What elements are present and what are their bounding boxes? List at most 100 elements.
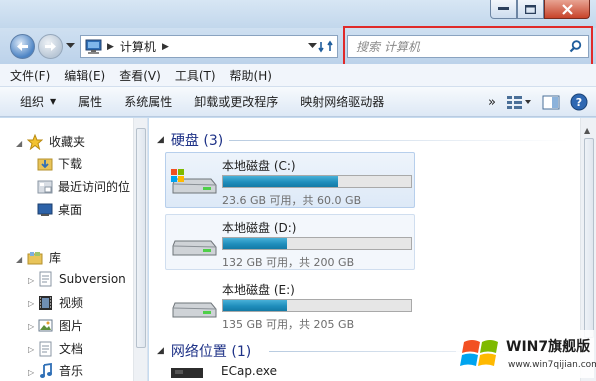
drive-name: 本地磁盘 (E:): [222, 283, 295, 297]
sidebar-item-music[interactable]: 音乐: [38, 362, 83, 379]
windows-logo-icon: [460, 340, 498, 366]
preview-pane-icon[interactable]: [542, 95, 560, 110]
back-arrow-icon: [17, 42, 28, 51]
expand-icon[interactable]: ▷: [28, 299, 34, 308]
breadcrumb-computer[interactable]: 计算机: [120, 38, 156, 55]
collapse-group-icon[interactable]: ◢: [157, 135, 164, 145]
disk-usage-fill: [223, 300, 287, 311]
sidebar-item-label: 收藏夹: [49, 135, 86, 149]
system-properties-button[interactable]: 系统属性: [124, 93, 172, 110]
sidebar-item-label: 桌面: [58, 203, 83, 217]
forward-button[interactable]: [38, 34, 63, 59]
downloads-folder-icon: [37, 158, 53, 170]
uninstall-button[interactable]: 卸载或更改程序: [194, 93, 278, 110]
breadcrumb-arrow-icon[interactable]: ▶: [162, 42, 169, 52]
star-icon: [27, 133, 43, 150]
maximize-button[interactable]: [517, 0, 544, 19]
map-network-drive-label: 映射网络驱动器: [300, 95, 385, 109]
view-controls: » ?: [478, 93, 588, 111]
drive-name: 本地磁盘 (D:): [222, 221, 297, 235]
svg-text:?: ?: [576, 96, 582, 109]
change-view-icon[interactable]: [506, 95, 532, 109]
system-drive-icon: [171, 169, 217, 194]
search-icon[interactable]: [569, 40, 582, 53]
sidebar-item-label: 图片: [59, 319, 84, 333]
menu-view[interactable]: 查看(V): [119, 67, 161, 84]
disk-usage-bar: [222, 299, 412, 312]
group-title: 硬盘 (3): [170, 133, 224, 149]
sidebar-item-label: 库: [49, 251, 62, 265]
libraries-icon: [27, 251, 43, 264]
forward-arrow-icon: [45, 42, 56, 51]
organize-button[interactable]: 组织 ▼: [20, 93, 56, 110]
content-scroll-thumb[interactable]: [584, 138, 594, 338]
title-bar: [0, 0, 596, 28]
minimize-button[interactable]: [490, 0, 517, 19]
watermark: WIN7旗舰版 www.win7qijian.com: [456, 330, 596, 378]
picture-library-icon: [38, 319, 53, 332]
recent-pages-dropdown-icon[interactable]: [66, 43, 75, 49]
chevron-down-icon: ▼: [50, 97, 57, 106]
sidebar-item-label: 音乐: [59, 364, 84, 378]
address-bar[interactable]: ▶ 计算机 ▶: [80, 35, 338, 58]
computer-icon: [85, 39, 102, 54]
close-button[interactable]: [544, 0, 590, 19]
maximize-icon: [525, 4, 536, 14]
sidebar-item-videos[interactable]: 视频: [38, 294, 83, 311]
sidebar-item-label: Subversion: [59, 272, 126, 286]
sidebar-item-label: 下载: [58, 157, 83, 171]
sidebar-item-downloads[interactable]: 下载: [37, 155, 82, 172]
collapse-libraries-icon[interactable]: ◢: [16, 255, 22, 264]
window-controls: [490, 0, 590, 19]
properties-button[interactable]: 属性: [78, 93, 102, 110]
sidebar-scroll-thumb[interactable]: [136, 128, 146, 348]
watermark-url: www.win7qijian.com: [508, 360, 596, 370]
menu-edit[interactable]: 编辑(E): [64, 67, 105, 84]
drive-item-d[interactable]: 本地磁盘 (D:) 132 GB 可用，共 200 GB: [165, 214, 415, 270]
network-locations-group-header[interactable]: ◢ 网络位置 (1): [157, 341, 251, 361]
drive-space-info: 135 GB 可用，共 205 GB: [222, 318, 355, 331]
search-box: [347, 35, 589, 58]
disk-usage-fill: [223, 238, 287, 249]
search-input[interactable]: [348, 36, 558, 57]
expand-icon[interactable]: ▷: [28, 276, 34, 285]
sidebar-item-pictures[interactable]: 图片: [38, 317, 83, 334]
refresh-icon[interactable]: [317, 38, 335, 55]
sidebar-item-label: 视频: [59, 296, 84, 310]
menu-tools[interactable]: 工具(T): [175, 67, 216, 84]
network-location-icon: [171, 368, 203, 378]
network-item[interactable]: ECap.exe: [169, 364, 277, 378]
back-button[interactable]: [10, 34, 35, 59]
sidebar-item-desktop[interactable]: 桌面: [37, 201, 82, 218]
expand-icon[interactable]: ▷: [28, 368, 34, 377]
drive-item-c[interactable]: 本地磁盘 (C:) 23.6 GB 可用，共 60.0 GB: [165, 152, 415, 208]
collapse-group-icon[interactable]: ◢: [157, 346, 164, 356]
hard-disks-group-header[interactable]: ◢ 硬盘 (3): [157, 130, 223, 150]
breadcrumb-separator-icon[interactable]: ▶: [107, 42, 114, 52]
collapse-favorites-icon[interactable]: ◢: [16, 139, 22, 148]
sidebar-item-label: 最近访问的位: [58, 180, 131, 194]
menu-file[interactable]: 文件(F): [10, 67, 50, 84]
sidebar-item-documents[interactable]: 文档: [38, 340, 83, 357]
sidebar-item-label: 文档: [59, 342, 84, 356]
address-dropdown-icon[interactable]: [308, 43, 317, 49]
expand-icon[interactable]: ▷: [28, 322, 34, 331]
expand-icon[interactable]: ▷: [28, 345, 34, 354]
sidebar-scrollbar[interactable]: [133, 118, 147, 381]
sidebar-item-recent[interactable]: 最近访问的位: [37, 178, 130, 195]
map-network-drive-button[interactable]: 映射网络驱动器: [300, 93, 384, 110]
watermark-title: WIN7旗舰版: [506, 339, 591, 355]
minimize-icon: [498, 7, 509, 10]
sidebar-item-libraries[interactable]: 库: [27, 249, 61, 266]
help-icon[interactable]: ?: [570, 93, 588, 111]
group-divider: [229, 140, 569, 141]
sidebar-item-subversion[interactable]: Subversion: [38, 271, 126, 287]
menu-help[interactable]: 帮助(H): [230, 67, 272, 84]
document-library-icon: [39, 271, 52, 287]
more-commands-button[interactable]: »: [488, 95, 496, 110]
hard-drive-icon: [172, 240, 217, 256]
hard-drive-icon: [172, 302, 217, 318]
sidebar-item-favorites[interactable]: 收藏夹: [27, 133, 85, 150]
drive-item-e[interactable]: 本地磁盘 (E:) 135 GB 可用，共 205 GB: [165, 276, 415, 332]
scroll-up-icon[interactable]: ▲: [584, 126, 590, 135]
